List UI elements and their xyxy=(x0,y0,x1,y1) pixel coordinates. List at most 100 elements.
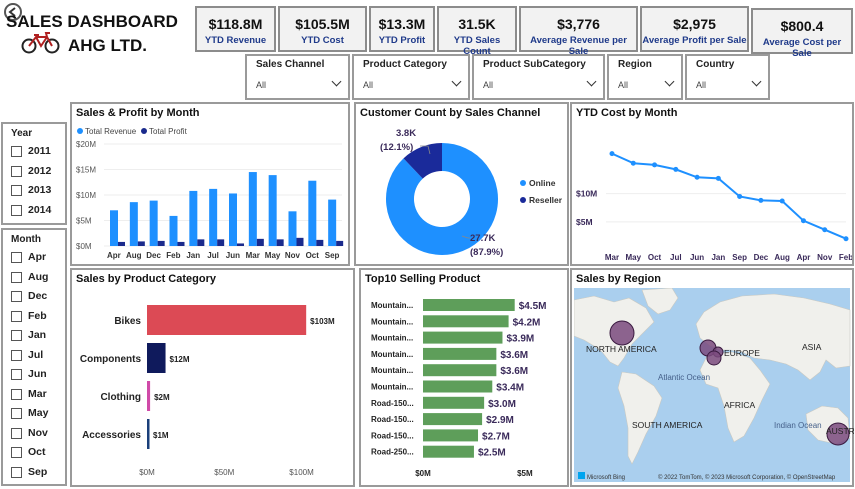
y-tick-label: $10M xyxy=(76,191,96,200)
month-option[interactable]: May xyxy=(3,404,65,424)
product-bar xyxy=(423,413,483,426)
checkbox[interactable] xyxy=(11,408,22,419)
profit-bar xyxy=(137,241,145,246)
data-label: $3.4M xyxy=(496,383,524,394)
y-tick-label: $15M xyxy=(76,166,96,175)
x-tick-label: $5M xyxy=(517,469,533,478)
checkbox[interactable] xyxy=(11,204,22,216)
month-option[interactable]: Jul xyxy=(3,346,65,366)
data-label: $3.6M xyxy=(500,366,528,377)
x-tick-label: May xyxy=(265,251,281,260)
revenue-bar xyxy=(129,202,138,246)
filter-sales-channel[interactable]: Sales Channel All xyxy=(245,54,350,100)
filter-product-subcategory[interactable]: Product SubCategory All xyxy=(472,54,605,100)
x-tick-label: Apr xyxy=(797,253,811,262)
month-slicer: Month Apr Aug Dec Feb Jan Jul Jun Mar Ma… xyxy=(1,228,67,486)
checkbox[interactable] xyxy=(11,146,22,157)
checkbox[interactable] xyxy=(11,291,22,302)
checkbox[interactable] xyxy=(11,310,22,322)
filter-country[interactable]: Country All xyxy=(685,54,770,100)
month-option[interactable]: Jun xyxy=(3,365,65,385)
profit-bar xyxy=(217,239,225,246)
month-option[interactable]: Mar xyxy=(3,385,65,405)
line-point xyxy=(673,166,679,172)
map-bubble-north-america[interactable] xyxy=(609,320,635,346)
month-option[interactable]: Apr xyxy=(3,248,65,268)
map-attribution[interactable]: © 2022 TomTom, © 2023 Microsoft Corporat… xyxy=(658,474,836,481)
data-label: $4.2M xyxy=(513,317,541,328)
data-label: 27.7K xyxy=(470,233,495,244)
line-point xyxy=(694,174,700,180)
map-bubble-europe[interactable] xyxy=(706,350,722,366)
checkbox[interactable] xyxy=(11,330,22,341)
checkbox[interactable] xyxy=(11,185,22,196)
data-label: $4.5M xyxy=(519,301,547,312)
year-option[interactable]: 2013 xyxy=(3,181,65,201)
checkbox[interactable] xyxy=(11,427,22,439)
month-option[interactable]: Sep xyxy=(3,463,65,483)
month-option[interactable]: Dec xyxy=(3,287,65,307)
slicer-title: Year xyxy=(11,128,33,139)
product-label: Road-150... xyxy=(371,399,414,408)
month-option[interactable]: Feb xyxy=(3,307,65,327)
x-tick-label: Feb xyxy=(839,253,852,262)
data-label: $2.7M xyxy=(482,431,510,442)
data-label: $1M xyxy=(153,431,169,440)
revenue-bar xyxy=(248,172,257,246)
kpi-ytd-cost: $105.5M YTD Cost xyxy=(278,6,367,52)
x-tick-label: Jul xyxy=(207,251,219,260)
y-tick-label: $20M xyxy=(76,140,96,149)
revenue-bar xyxy=(169,215,178,246)
donut-slice xyxy=(403,143,443,180)
checkbox[interactable] xyxy=(11,252,22,263)
ytd-cost-chart: $5M $10M Mar May Oct Jul Jun Jan Sep Dec Aug Apr Nov… xyxy=(576,151,852,262)
x-tick-label: Aug xyxy=(126,251,142,260)
year-option[interactable]: 2011 xyxy=(3,142,65,162)
revenue-bar xyxy=(268,175,277,246)
region-map[interactable]: NORTH AMERICA EUROPE ASIA AFRICA SOUTH A… xyxy=(574,288,854,484)
checkbox[interactable] xyxy=(11,388,22,400)
year-option[interactable]: 2014 xyxy=(3,201,65,221)
sales-profit-chart: Total Revenue Total Profit $0M $5M $10M $15M $… xyxy=(76,127,344,260)
x-tick-label: $50M xyxy=(214,468,234,477)
header: SALES DASHBOARD AHG LTD. xyxy=(0,0,195,60)
checkbox[interactable] xyxy=(11,271,22,283)
profit-bar xyxy=(336,240,344,246)
customer-count-panel: Customer Count by Sales Channel 3.8K (12.… xyxy=(354,102,569,266)
x-tick-label: $0M xyxy=(139,468,155,477)
line-point xyxy=(800,218,806,224)
x-tick-label: Apr xyxy=(107,251,121,260)
year-slicer: Year 2011 2012 2013 2014 xyxy=(1,122,67,225)
filter-product-category[interactable]: Product Category All xyxy=(352,54,470,100)
year-option[interactable]: 2012 xyxy=(3,162,65,182)
month-option[interactable]: Oct xyxy=(3,443,65,463)
data-label: $2.9M xyxy=(486,415,514,426)
checkbox[interactable] xyxy=(11,447,22,458)
map-brand: Microsoft Bing xyxy=(587,475,625,481)
checkbox[interactable] xyxy=(11,165,22,177)
kpi-ytd-revenue: $118.8M YTD Revenue xyxy=(195,6,276,52)
map-label: Indian Ocean xyxy=(774,421,822,430)
product-label: Road-150... xyxy=(371,431,414,440)
region-panel: Sales by Region NORTH AMERICA EUROPE ASI… xyxy=(570,268,854,487)
revenue-bar xyxy=(110,210,118,246)
profit-bar xyxy=(296,237,304,246)
kpi-ytd-sales-count: 31.5K YTD Sales Count xyxy=(437,6,517,57)
month-option[interactable]: Nov xyxy=(3,424,65,444)
filter-region[interactable]: Region All xyxy=(607,54,683,100)
month-option[interactable]: Jan xyxy=(3,326,65,346)
product-bar xyxy=(423,364,497,377)
profit-bar xyxy=(157,240,165,246)
product-label: Road-250... xyxy=(371,448,414,457)
revenue-bar xyxy=(149,200,158,246)
product-bar xyxy=(423,299,515,311)
month-option[interactable]: Aug xyxy=(3,268,65,288)
product-label: Mountain... xyxy=(371,383,413,392)
checkbox[interactable] xyxy=(11,466,22,478)
category-label: Accessories xyxy=(82,430,141,441)
checkbox[interactable] xyxy=(11,369,22,380)
x-tick-label: Jun xyxy=(226,251,240,260)
map-label: EUROPE xyxy=(724,348,760,358)
customer-donut-chart: 3.8K (12.1%) 27.7K (87.9%) Online Reseller xyxy=(380,128,563,258)
checkbox[interactable] xyxy=(11,349,22,361)
